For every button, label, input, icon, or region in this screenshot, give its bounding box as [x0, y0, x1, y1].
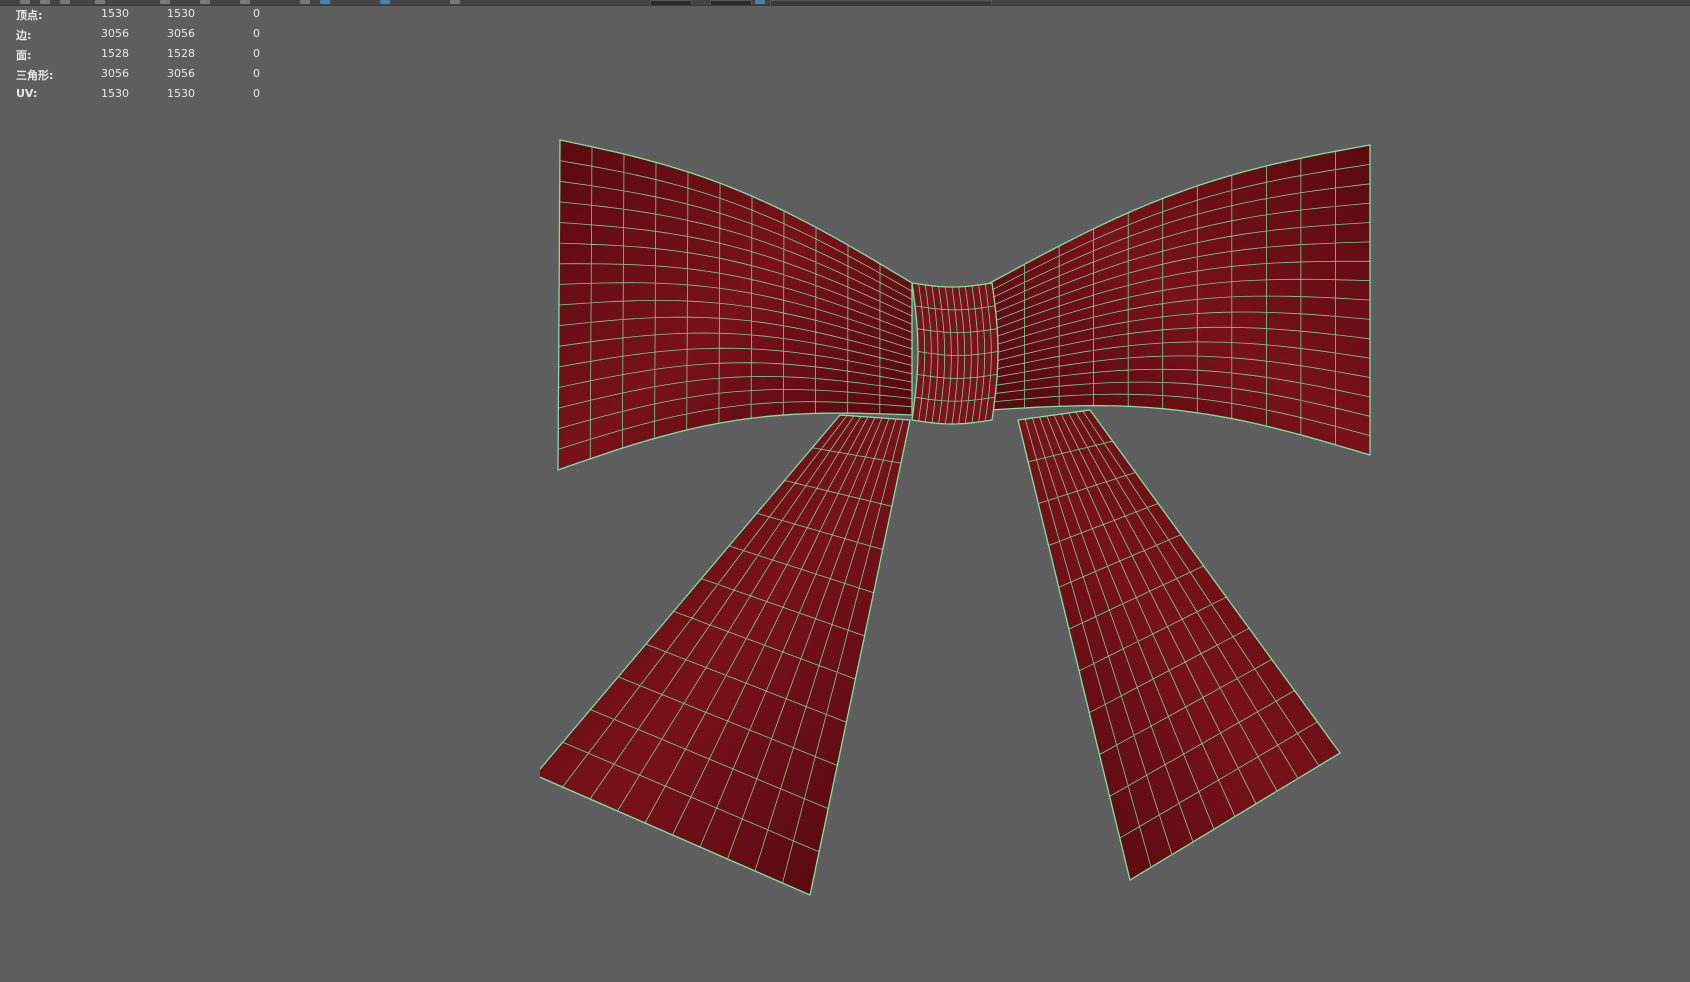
hud-value: 0: [253, 47, 260, 60]
hud-row-uvs: UV: 1530 1530 0: [0, 84, 280, 104]
render-icon[interactable]: [300, 0, 310, 4]
colorspace-icon[interactable]: [755, 0, 765, 4]
hud-row-verts: 顶点: 1530 1530 0: [0, 4, 280, 24]
bow-mesh[interactable]: [540, 135, 1380, 905]
hud-value: 0: [253, 87, 260, 100]
left-tail: [540, 414, 911, 896]
hud-value: 1530: [167, 7, 195, 20]
left-tail-surface: [540, 414, 911, 896]
poly-count-hud: 顶点: 1530 1530 0 边: 3056 3056 0 面: 1528 1…: [0, 4, 280, 104]
hud-label: UV:: [16, 87, 38, 100]
right-loop: [989, 144, 1371, 456]
colorspace-dropdown[interactable]: [770, 0, 992, 5]
right-loop-surface: [989, 144, 1371, 456]
shade-icon[interactable]: [380, 0, 390, 4]
hud-row-faces: 面: 1528 1528 0: [0, 44, 280, 64]
hud-label: 面:: [16, 49, 32, 62]
wire-icon[interactable]: [320, 0, 330, 4]
hud-value: 0: [253, 67, 260, 80]
hud-value: 1528: [167, 47, 195, 60]
grid-icon[interactable]: [450, 0, 460, 4]
hud-label: 顶点:: [16, 9, 43, 22]
hud-value: 1528: [101, 47, 129, 60]
right-tail-surface: [1017, 409, 1341, 882]
hud-value: 3056: [101, 67, 129, 80]
hud-value: 3056: [167, 67, 195, 80]
hud-label: 边:: [16, 29, 32, 42]
value-field-2[interactable]: [710, 0, 752, 5]
hud-value: 1530: [167, 87, 195, 100]
hud-value: 1530: [101, 7, 129, 20]
hud-row-edges: 边: 3056 3056 0: [0, 24, 280, 44]
hud-label: 三角形:: [16, 69, 54, 82]
hud-value: 0: [253, 7, 260, 20]
bow-parts: [540, 139, 1371, 896]
hud-value: 1530: [101, 87, 129, 100]
hud-row-tris: 三角形: 3056 3056 0: [0, 64, 280, 84]
right-tail: [1017, 409, 1341, 882]
hud-value: 3056: [167, 27, 195, 40]
hud-value: 3056: [101, 27, 129, 40]
center-knot: [911, 282, 999, 425]
value-field-1[interactable]: [650, 0, 692, 5]
hud-value: 0: [253, 27, 260, 40]
